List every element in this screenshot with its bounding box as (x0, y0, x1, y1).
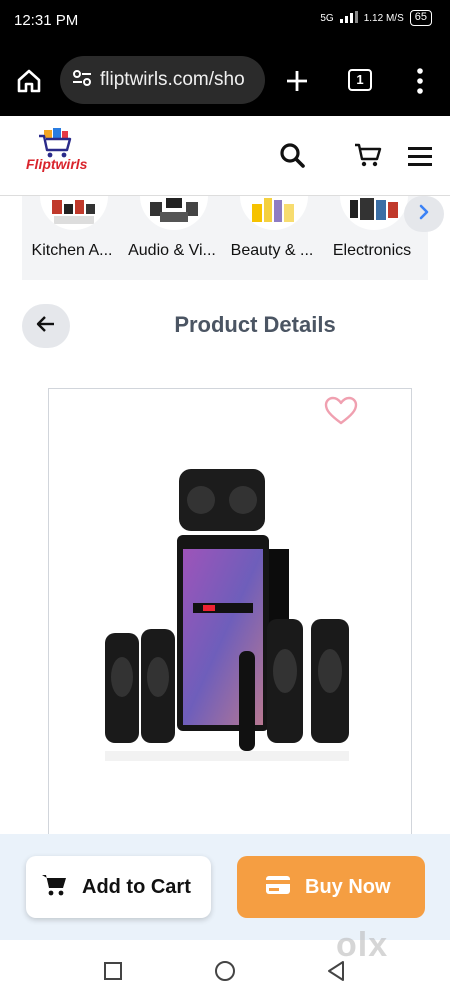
site-logo[interactable]: Fliptwirls (26, 156, 87, 172)
cart-fill-icon (42, 873, 68, 902)
site-settings-icon[interactable] (72, 69, 92, 92)
back-button[interactable] (22, 304, 70, 348)
category-image (240, 196, 308, 230)
buy-now-label: Buy Now (305, 875, 391, 898)
net-speed: 1.12 M/S (363, 12, 404, 24)
url-text[interactable]: fliptwirls.com/sho (100, 69, 245, 91)
home-nav-icon[interactable] (214, 960, 236, 987)
chevron-right-icon (418, 204, 430, 225)
product-image-card[interactable] (48, 388, 412, 848)
battery-indicator: 65 (409, 10, 432, 26)
status-time: 12:31 PM (14, 12, 79, 29)
category-label: Beauty & ... (230, 242, 314, 259)
carousel-next-button[interactable] (404, 196, 444, 232)
hamburger-menu-icon[interactable] (408, 146, 432, 171)
status-indicators: 5G 1.12 M/S 65 (320, 10, 432, 26)
category-label: Kitchen A... (31, 242, 113, 259)
tab-switcher-button[interactable]: 1 (348, 69, 372, 91)
olx-watermark: olx (336, 926, 389, 964)
category-image (340, 196, 408, 230)
address-bar[interactable]: fliptwirls.com/sho (60, 56, 265, 104)
search-icon[interactable] (279, 142, 305, 173)
category-image (140, 196, 208, 230)
browser-toolbar: fliptwirls.com/sho 1 (0, 44, 450, 116)
category-label: Audio & Vi... (128, 242, 216, 259)
more-vert-icon[interactable] (416, 68, 424, 99)
home-icon[interactable] (16, 68, 42, 99)
category-carousel: Kitchen A... Audio & Vi... Beauty & ... … (22, 196, 428, 280)
plus-icon[interactable] (285, 69, 309, 98)
buy-now-button[interactable]: Buy Now (237, 856, 425, 918)
site-header: Fliptwirls (0, 116, 450, 196)
category-item[interactable]: Beauty & ... (222, 196, 322, 280)
arrow-left-icon (36, 315, 56, 338)
card-icon (265, 875, 291, 900)
signal-icon (339, 10, 358, 26)
status-bar: 12:31 PM 5G 1.12 M/S 65 (0, 0, 450, 44)
add-to-cart-label: Add to Cart (82, 875, 191, 898)
category-label: Electronics (332, 242, 412, 259)
category-image (40, 196, 108, 230)
category-item[interactable]: Kitchen A... (22, 196, 122, 280)
add-to-cart-button[interactable]: Add to Cart (26, 856, 211, 918)
product-image (105, 469, 349, 761)
cart-icon[interactable] (354, 142, 382, 173)
network-type: 5G (320, 12, 334, 24)
page-title: Product Details (174, 312, 336, 337)
recent-apps-icon[interactable] (104, 962, 122, 985)
category-item[interactable]: Audio & Vi... (122, 196, 222, 280)
heart-icon[interactable] (324, 396, 358, 431)
